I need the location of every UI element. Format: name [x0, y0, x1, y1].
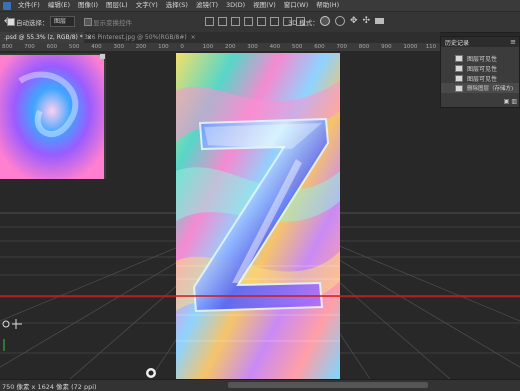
tab-document-2-label: 326 Pinterest.jpg @ 50%(RGB/8#)	[84, 34, 187, 41]
tab-document-1-label: .psd @ 55.3% (z, RGB/8) *	[4, 34, 83, 41]
layer-state-icon	[455, 54, 463, 62]
roll-3d-icon[interactable]	[335, 16, 345, 26]
align-top-icon[interactable]	[244, 17, 253, 26]
ruler-tick-label: 900	[381, 44, 392, 50]
ruler-tick-label: 600	[314, 44, 325, 50]
ruler-tick-label: 200	[135, 44, 147, 50]
ruler-tick-label: 400	[269, 44, 281, 50]
menu-edit[interactable]: 编辑(E)	[44, 0, 74, 11]
menu-select[interactable]: 选择(S)	[162, 0, 192, 11]
menu-3d[interactable]: 3D(D)	[222, 0, 249, 11]
panel-menu-icon[interactable]: ≡	[510, 38, 516, 46]
status-bar: 750 像素 x 1624 像素 (72 ppi)	[0, 379, 520, 391]
drag-3d-icon[interactable]: ✥	[350, 16, 358, 26]
history-item-label: 图层可见性	[467, 55, 498, 63]
align-left-icon[interactable]	[205, 17, 214, 26]
ruler-tick-label: 800	[2, 44, 13, 50]
ruler-tick-label: 500	[291, 44, 303, 50]
layer-state-icon	[455, 74, 463, 82]
tab-document-2[interactable]: 326 Pinterest.jpg @ 50%(RGB/8#) ×	[80, 32, 196, 43]
menu-image[interactable]: 图像(I)	[74, 0, 102, 11]
align-bottom-icon[interactable]	[270, 17, 279, 26]
slide-3d-icon[interactable]: ✣	[363, 16, 371, 26]
ruler-tick-label: 400	[91, 44, 102, 50]
align-right-icon[interactable]	[231, 17, 240, 26]
ruler-tick-label: 800	[358, 44, 370, 50]
light-source-icon[interactable]	[146, 368, 156, 378]
ruler-tick-label: 100	[158, 44, 169, 50]
ruler-tick-label: 0	[180, 44, 184, 50]
ruler-tick-label: 700	[24, 44, 35, 50]
menu-type[interactable]: 文字(Y)	[132, 0, 162, 11]
menu-view[interactable]: 视图(V)	[249, 0, 280, 11]
show-transform-label: 显示变换控件	[93, 19, 132, 27]
3d-axis-gizmo[interactable]	[2, 319, 22, 329]
document-tabs: .psd @ 55.3% (z, RGB/8) * × 326 Pinteres…	[0, 32, 440, 43]
auto-select-label: 自动选择：	[16, 19, 49, 27]
menu-window[interactable]: 窗口(W)	[280, 0, 313, 11]
history-panel: 历史记录 ≡ 图层可见性 图层可见性 图层可见性 删除图层（存储方) ▣ ▥	[440, 36, 520, 108]
ruler-tick-label: 100	[202, 44, 214, 50]
menu-filter[interactable]: 滤镜(T)	[192, 0, 222, 11]
ruler-tick-label: 600	[46, 44, 58, 50]
align-middle-icon[interactable]	[257, 17, 266, 26]
horizontal-scrollbar[interactable]	[228, 382, 428, 388]
ruler-tick-label: 300	[247, 44, 258, 50]
camera-3d-icon[interactable]	[375, 18, 385, 24]
thumbnail-preview[interactable]	[0, 53, 106, 179]
history-item[interactable]: 图层可见性	[441, 53, 519, 63]
tab-document-1[interactable]: .psd @ 55.3% (z, RGB/8) * ×	[0, 32, 92, 43]
menu-help[interactable]: 帮助(H)	[312, 0, 343, 11]
ruler-tick-label: 300	[113, 44, 125, 50]
history-panel-title[interactable]: 历史记录	[441, 38, 469, 47]
layer-state-icon	[455, 64, 463, 72]
ruler-tick-label: 500	[68, 44, 80, 50]
show-transform-checkbox[interactable]	[84, 18, 92, 26]
ruler-tick-label: 700	[336, 44, 348, 50]
menu-layer[interactable]: 图层(L)	[102, 0, 132, 11]
rotate-3d-icon[interactable]	[320, 16, 330, 26]
menu-file[interactable]: 文件(F)	[14, 0, 44, 11]
history-footer: ▣ ▥	[504, 98, 517, 105]
history-item-label: 图层可见性	[467, 65, 498, 73]
options-bar: ✥ 自动选择： 图层 显示变换控件 3D 模式： ✥ ✣	[0, 11, 520, 33]
auto-select-dropdown[interactable]: 图层	[50, 16, 76, 27]
menu-bar: 文件(F) 编辑(E) 图像(I) 图层(L) 文字(Y) 选择(S) 滤镜(T…	[0, 0, 520, 11]
history-panel-header: 历史记录 ≡	[441, 37, 519, 47]
history-item-label: 图层可见性	[467, 75, 498, 83]
history-item[interactable]: 图层可见性	[441, 63, 519, 73]
history-item[interactable]: 删除图层（存储方)	[441, 83, 519, 93]
ruler-tick-label: 200	[225, 44, 236, 50]
align-center-icon[interactable]	[218, 17, 227, 26]
history-item-label: 删除图层（存储方)	[467, 86, 514, 92]
delete-icon[interactable]: ▥	[511, 98, 517, 105]
close-icon[interactable]: ×	[191, 34, 196, 41]
ruler-tick-label: 110	[425, 44, 437, 50]
layer-state-icon	[455, 84, 463, 92]
history-item[interactable]: 图层可见性	[441, 73, 519, 83]
3d-mode-label: 3D 模式：	[288, 19, 319, 27]
camera-snapshot-icon[interactable]: ▣	[504, 98, 510, 105]
app-logo-icon[interactable]	[3, 1, 11, 10]
3d-mode-tools: ✥ ✣	[320, 16, 385, 26]
auto-select-checkbox[interactable]	[7, 18, 15, 26]
ruler-tick-label: 1000	[403, 44, 418, 50]
